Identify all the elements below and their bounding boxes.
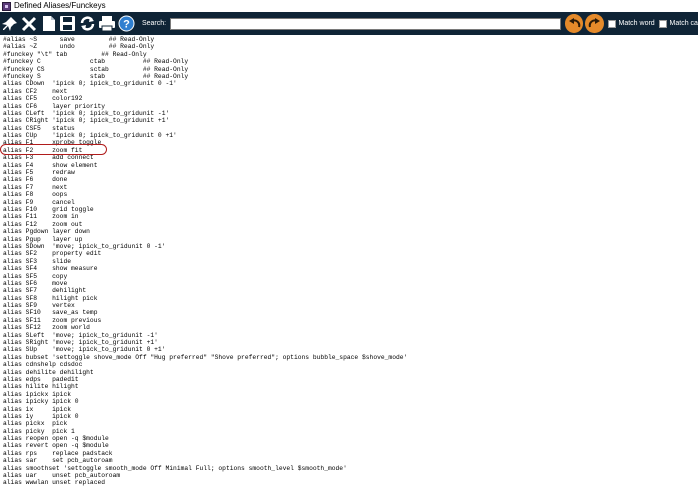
alias-line: alias CRight 'ipick 0; ipick_to_gridunit… [3, 117, 170, 125]
match-word-label: Match word [618, 20, 655, 27]
alias-line: alias revert open -q $module [3, 442, 109, 450]
match-case-checkbox[interactable] [658, 19, 667, 28]
alias-line: #funckey CS sctab ## Read-Only [3, 65, 189, 73]
pin-button[interactable] [0, 13, 19, 34]
alias-line: alias SF6 move [3, 279, 68, 287]
alias-line: alias SF2 property edit [3, 250, 102, 258]
alias-line: alias Pgup layer up [3, 235, 83, 243]
print-button[interactable] [97, 13, 116, 34]
alias-line: alias F12 zoom out [3, 220, 83, 228]
alias-line: alias CSF5 status [3, 124, 75, 132]
match-case-label: Match ca [669, 20, 698, 27]
refresh-button[interactable] [78, 13, 97, 34]
alias-line: alias dehilite dehilight [3, 368, 94, 376]
alias-line: alias CF5 color192 [3, 95, 83, 103]
alias-line: alias SF8 hilight pick [3, 294, 98, 302]
alias-line: alias SF12 zoom world [3, 324, 90, 332]
alias-line: alias SF4 show measure [3, 265, 98, 273]
highlight-annotation [0, 144, 107, 155]
alias-line: alias smoothset 'settoggle smooth_mode O… [3, 464, 347, 472]
alias-line: alias SF10 save_as temp [3, 309, 98, 317]
alias-line: alias CF2 next [3, 87, 68, 95]
new-file-button[interactable] [39, 13, 58, 34]
alias-line: alias ipicky ipick 0 [3, 398, 79, 406]
save-button[interactable] [58, 13, 77, 34]
alias-line: alias SF7 dehilight [3, 287, 87, 295]
toolbar: ? Search: Match word Match ca [0, 12, 698, 35]
alias-line: alias SLeft 'move; ipick_to_gridunit -1' [3, 331, 158, 339]
window-title: Defined Aliases/Funckeys [14, 1, 106, 10]
alias-line: alias SDown 'move; ipick_to_gridunit 0 -… [3, 242, 166, 250]
alias-line: alias F1 xprobe toggle [3, 139, 102, 147]
search-input[interactable] [170, 17, 561, 30]
save-icon [60, 16, 76, 31]
alias-line: alias F2 zoom fit [3, 146, 83, 154]
title-bar: Defined Aliases/Funckeys [0, 0, 698, 12]
search-previous-button[interactable] [564, 14, 584, 33]
alias-line: alias F6 done [3, 176, 68, 184]
alias-line: alias F10 grid toggle [3, 205, 94, 213]
arrow-back-icon [568, 18, 580, 28]
app-icon [2, 1, 11, 11]
alias-line: alias SF3 slide [3, 257, 72, 265]
alias-line: #alias ~S save ## Read-Only [3, 36, 155, 43]
alias-line: #funckey S stab ## Read-Only [3, 72, 189, 80]
alias-line: #funckey "\t" tab ## Read-Only [3, 50, 147, 58]
refresh-icon [80, 16, 95, 31]
search-label: Search: [141, 20, 167, 27]
close-button[interactable] [19, 13, 38, 34]
alias-line: alias F8 oops [3, 191, 68, 199]
alias-line: #alias ~Z undo ## Read-Only [3, 43, 155, 51]
alias-line: alias SUp 'move; ipick_to_gridunit 0 +1' [3, 346, 166, 354]
alias-lines: #alias ~S save ## Read-Only #alias ~Z und… [3, 36, 698, 487]
alias-line: alias iy ipick 0 [3, 412, 79, 420]
print-icon [98, 16, 115, 32]
alias-line: alias F3 add connect [3, 154, 94, 162]
alias-line: alias hilite hilight [3, 383, 79, 391]
help-icon: ? [118, 15, 135, 32]
alias-line: alias reopen open -q $module [3, 435, 109, 443]
alias-line: alias CLeft 'ipick 0; ipick_to_gridunit … [3, 109, 170, 117]
match-word-checkbox[interactable] [607, 19, 616, 28]
alias-line: alias F7 next [3, 183, 68, 191]
alias-line: alias F11 zoom in [3, 213, 79, 221]
alias-line: alias Pgdown layer down [3, 228, 90, 236]
help-button[interactable]: ? [117, 13, 136, 34]
alias-line: alias ix ipick [3, 405, 72, 413]
alias-line: alias CUp 'ipick 0; ipick_to_gridunit 0 … [3, 132, 177, 140]
alias-line: alias F4 show element [3, 161, 98, 169]
pin-icon [1, 16, 17, 31]
alias-line: alias SF5 copy [3, 272, 68, 280]
alias-line: alias sar set pcb_autoroam [3, 457, 113, 465]
alias-text-view[interactable]: #alias ~S save ## Read-Only #alias ~Z und… [0, 35, 698, 496]
alias-line: alias rps replace padstack [3, 449, 113, 457]
alias-line: alias SF9 vertex [3, 302, 75, 310]
svg-text:?: ? [123, 19, 130, 31]
alias-line: #funckey C ctab ## Read-Only [3, 58, 189, 66]
alias-line: alias edps padedit [3, 375, 79, 383]
alias-line: alias CDown 'ipick 0; ipick_to_gridunit … [3, 80, 177, 88]
alias-line: alias cdnshelp cdsdoc [3, 361, 83, 369]
alias-line: alias F5 redraw [3, 169, 75, 177]
alias-line: alias ipickx ipick [3, 390, 72, 398]
alias-line: alias SF11 zoom previous [3, 316, 102, 324]
alias-line: alias CF6 layer priority [3, 102, 106, 110]
close-icon [22, 16, 37, 31]
new-file-icon [42, 16, 55, 31]
alias-line: alias wwwlan unset replaced [3, 479, 106, 487]
alias-line: alias SRight 'move; ipick_to_gridunit +1… [3, 339, 158, 347]
alias-line: alias uar unset pcb_autoroam [3, 472, 121, 480]
alias-line: alias bubset 'settoggle shove_mode Off "… [3, 353, 408, 361]
alias-line: alias pickx pick [3, 420, 68, 428]
arrow-forward-icon [588, 18, 600, 28]
search-next-button[interactable] [585, 14, 604, 33]
alias-line: alias F9 cancel [3, 198, 75, 206]
alias-line: alias picky pick 1 [3, 427, 75, 435]
